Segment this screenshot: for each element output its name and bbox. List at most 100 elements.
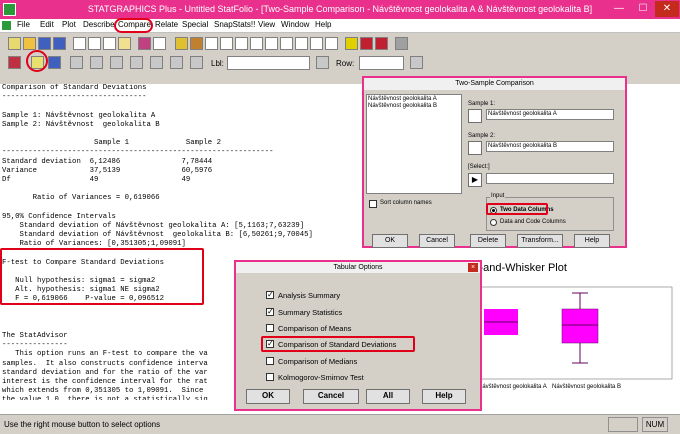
maximize-button[interactable]: ☐ (631, 1, 655, 17)
disabled-icon-7 (190, 56, 203, 69)
sample1-arrow-button[interactable] (468, 109, 482, 123)
bar-chart-icon[interactable] (280, 37, 293, 50)
disabled-icon-4 (130, 56, 143, 69)
menu-edit[interactable]: Edit (40, 20, 54, 29)
x-label-a: Návštěvnost geolokalita A (478, 384, 547, 390)
tab-all-button[interactable]: All (366, 389, 410, 404)
tab-ok-button[interactable]: OK (246, 389, 290, 404)
close-button[interactable]: ✕ (655, 1, 679, 17)
help-icon[interactable] (345, 37, 358, 50)
print-icon[interactable] (73, 37, 86, 50)
copy-icon[interactable] (103, 37, 116, 50)
two-columns-highlight (486, 203, 548, 215)
two-sample-dialog-title: Two-Sample Comparison (364, 78, 625, 90)
variable-list[interactable]: Návštěvnost geolokalita A Návštěvnost ge… (366, 94, 462, 194)
sample2-arrow-button[interactable] (468, 141, 482, 155)
row-browse-icon[interactable] (410, 56, 423, 69)
save-all-icon[interactable] (53, 37, 66, 50)
box-plot-b (561, 292, 599, 364)
menu-view[interactable]: View (258, 20, 275, 29)
data-code-radio[interactable] (490, 219, 497, 226)
menu-snapstats[interactable]: SnapStats!! (214, 20, 255, 29)
menu-help[interactable]: Help (315, 20, 331, 29)
plot-icon[interactable] (295, 37, 308, 50)
lbl-browse-icon[interactable] (316, 56, 329, 69)
tabular-options-title: Tabular Options (236, 262, 480, 273)
cut-icon[interactable] (88, 37, 101, 50)
main-toolbar (0, 34, 680, 53)
row-input[interactable] (359, 56, 404, 70)
ts-help-button[interactable]: Help (574, 234, 610, 248)
compare-menu-highlight (114, 18, 153, 33)
lbl-label: Lbl: (211, 59, 224, 68)
cancel-icon[interactable] (375, 37, 388, 50)
menu-relate[interactable]: Relate (155, 20, 178, 29)
tabular-close-icon[interactable]: × (468, 263, 478, 272)
menu-window[interactable]: Window (281, 20, 309, 29)
table-icon[interactable] (205, 37, 218, 50)
calculator-icon[interactable] (395, 37, 408, 50)
analysis-toolbar: Lbl: Row: (0, 53, 680, 73)
sort-label: Sort column names (380, 200, 432, 206)
menu-special[interactable]: Special (182, 20, 208, 29)
tabular-icon-highlight (26, 50, 48, 72)
select-field[interactable] (486, 173, 614, 184)
ts-ok-button[interactable]: OK (372, 234, 408, 248)
tab-help-button[interactable]: Help (422, 389, 466, 404)
input-dialog-icon[interactable] (8, 56, 21, 69)
box-whisker-chart[interactable]: x-and-Whisker Plot Návštěvnost geolokali… (462, 255, 680, 400)
tool-icon[interactable] (190, 37, 203, 50)
minimize-button[interactable]: — (607, 1, 631, 17)
tab-cancel-button[interactable]: Cancel (303, 389, 359, 404)
tabular-options-dialog: Tabular Options × ✓ Analysis Summary ✓ Sum… (234, 260, 482, 411)
sample2-field[interactable]: Návštěvnost geolokalita B (486, 141, 614, 152)
sort-checkbox[interactable] (369, 200, 377, 208)
save-icon[interactable] (38, 37, 51, 50)
opt-0-label: Analysis Summary (278, 291, 341, 300)
stats-icon[interactable] (153, 37, 166, 50)
opt-5-label: Kolmogorov-Smirnov Test (278, 373, 364, 382)
opt-4-checkbox[interactable] (266, 357, 274, 365)
opt-5-checkbox[interactable] (266, 373, 274, 381)
select-arrow-button[interactable]: ▶ (468, 173, 482, 187)
grid-icon[interactable] (325, 37, 338, 50)
std-dev-option-highlight (261, 336, 415, 352)
opt-2-label: Comparison of Means (278, 324, 352, 333)
title-bar: STATGRAPHICS Plus - Untitled StatFolio -… (0, 0, 680, 19)
status-cell-blank (608, 417, 638, 432)
paste-icon[interactable] (118, 37, 131, 50)
open-icon[interactable] (23, 37, 36, 50)
lbl-input[interactable] (227, 56, 310, 70)
key-icon[interactable] (175, 37, 188, 50)
chart-icon[interactable] (138, 37, 151, 50)
opt-1-checkbox[interactable]: ✓ (266, 308, 274, 316)
opt-4-label: Comparison of Medians (278, 357, 358, 366)
status-bar: Use the right mouse button to select opt… (0, 414, 680, 434)
opt-0-checkbox[interactable]: ✓ (266, 291, 274, 299)
opt-1-label: Summary Statistics (278, 308, 343, 317)
scatter-icon[interactable] (310, 37, 323, 50)
sample-icon[interactable] (250, 37, 263, 50)
new-icon[interactable] (8, 37, 21, 50)
line-chart-icon[interactable] (265, 37, 278, 50)
stop-icon[interactable] (360, 37, 373, 50)
sigma-icon[interactable] (220, 37, 233, 50)
ts-delete-button[interactable]: Delete (470, 234, 506, 248)
ts-transform-button[interactable]: Transform... (517, 234, 563, 248)
num-lock-indicator: NUM (642, 417, 668, 432)
graphical-options-icon[interactable] (48, 56, 61, 69)
menu-plot[interactable]: Plot (62, 20, 76, 29)
disabled-icon-5 (150, 56, 163, 69)
ts-cancel-button[interactable]: Cancel (419, 234, 455, 248)
dist-icon[interactable] (235, 37, 248, 50)
opt-2-checkbox[interactable] (266, 324, 274, 332)
variable-item-a[interactable]: Návštěvnost geolokalita A (367, 95, 461, 103)
disabled-icon-3 (110, 56, 123, 69)
variable-item-b[interactable]: Návštěvnost geolokalita B (367, 103, 461, 109)
menu-file[interactable]: File (17, 20, 30, 29)
sample1-field[interactable]: Návštěvnost geolokalita A (486, 109, 614, 120)
sample2-label: Sample 2: (468, 133, 496, 139)
ftest-highlight (0, 248, 204, 305)
row-label: Row: (336, 59, 355, 68)
menu-describe[interactable]: Describe (83, 20, 115, 29)
